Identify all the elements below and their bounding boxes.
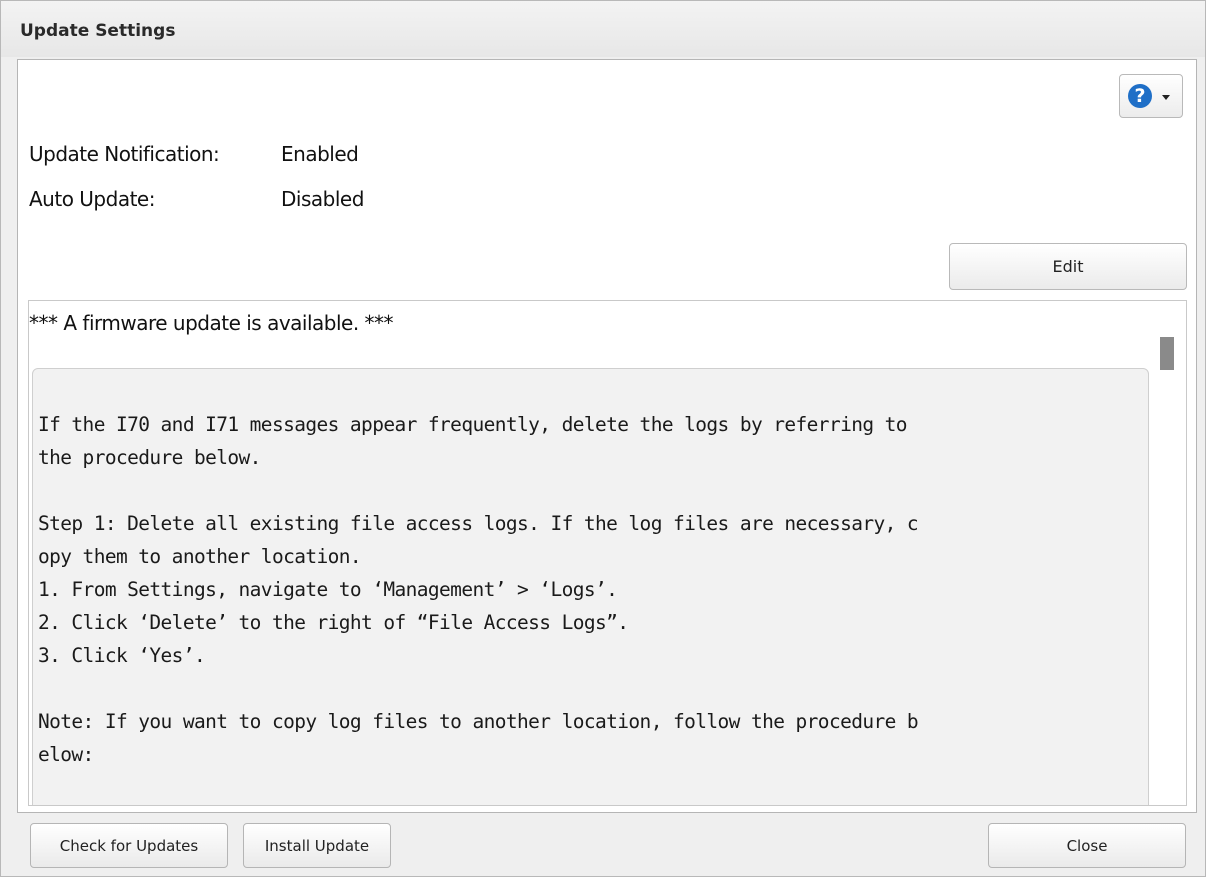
- dialog-title: Update Settings: [20, 21, 176, 41]
- update-settings-dialog: Update Settings ? Update Notification: E…: [0, 0, 1206, 877]
- firmware-notice: *** A firmware update is available. ***: [29, 311, 394, 335]
- auto-update-label: Auto Update:: [29, 187, 155, 211]
- install-update-button[interactable]: Install Update: [243, 823, 391, 868]
- auto-update-value: Disabled: [281, 187, 364, 211]
- edit-button[interactable]: Edit: [949, 243, 1187, 290]
- update-notification-value: Enabled: [281, 142, 359, 166]
- help-menu-button[interactable]: ?: [1119, 74, 1183, 118]
- dialog-titlebar: Update Settings: [1, 1, 1205, 57]
- check-for-updates-button[interactable]: Check for Updates: [30, 823, 228, 868]
- help-icon: ?: [1128, 84, 1152, 108]
- update-notification-label: Update Notification:: [29, 142, 220, 166]
- close-button[interactable]: Close: [988, 823, 1186, 868]
- release-notes-text: If the I70 and I71 messages appear frequ…: [38, 413, 919, 766]
- chevron-down-icon: [1162, 95, 1170, 100]
- settings-panel: ? Update Notification: Enabled Auto Upda…: [17, 59, 1197, 813]
- release-notes-box: If the I70 and I71 messages appear frequ…: [32, 368, 1149, 805]
- scrollbar-thumb[interactable]: [1160, 337, 1174, 370]
- update-log-area[interactable]: *** A firmware update is available. *** …: [28, 300, 1187, 806]
